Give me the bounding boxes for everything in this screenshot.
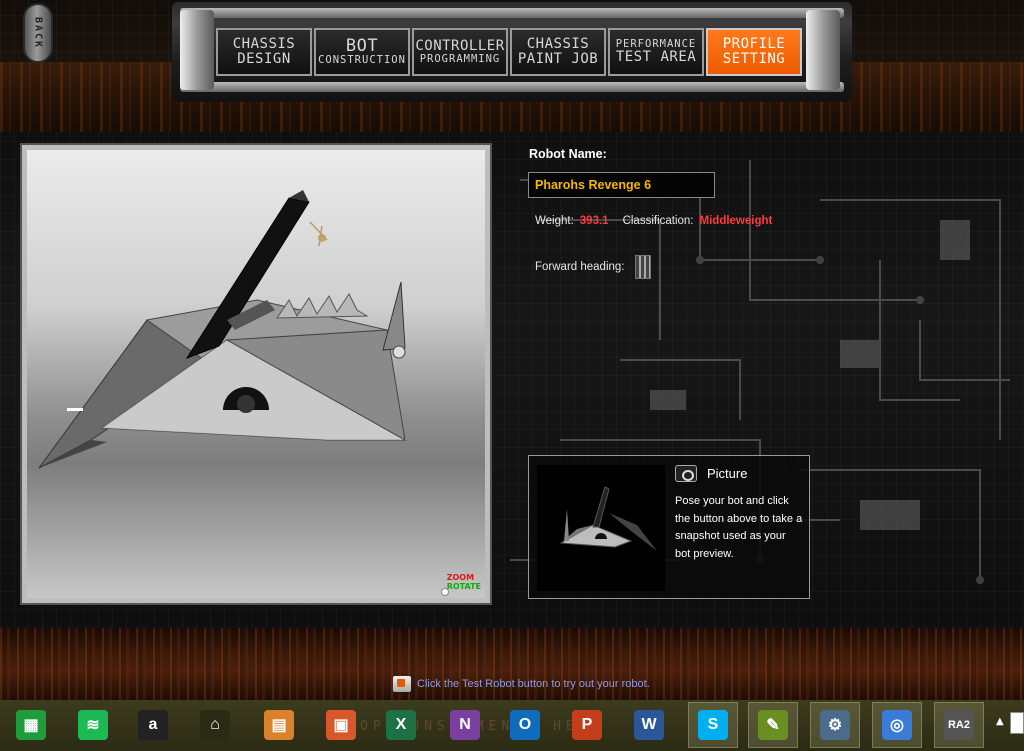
taskbar-item-powerpoint[interactable]: P [562,702,612,748]
back-button-label: BACK [32,16,44,50]
powerpoint-icon: P [572,710,602,740]
zoom-rotate-control[interactable]: ZOOM ROTATE [440,574,481,596]
tab-performance-test-area[interactable]: PERFORMANCE TEST AREA [608,28,704,76]
forward-heading: Forward heading: [535,255,651,279]
tab-label-line2: PROGRAMMING [419,52,501,65]
amazon-icon: a [138,710,168,740]
rotate-label: ROTATE [446,582,481,592]
skype-icon: S [698,710,728,740]
tab-label-line2: TEST AREA [615,49,697,66]
taskbar-item-store[interactable]: ▦ [6,702,56,748]
store-icon: ▦ [16,710,46,740]
tab-bot-construction[interactable]: BOT CONSTRUCTION [314,28,410,76]
taskbar-item-onenote[interactable]: N [440,702,490,748]
spotify-icon: ≋ [78,710,108,740]
word-icon: W [634,710,664,740]
notepad-icon: ✎ [758,710,788,740]
hint-text: Click the Test Robot button to try out y… [417,678,650,690]
tab-label-line1: CHASSIS [232,36,296,53]
forward-heading-slider[interactable] [634,255,651,279]
tab-label-line1: PROFILE [722,36,786,53]
nav-tabs: CHASSIS DESIGN BOT CONSTRUCTION CONTROLL… [216,28,802,76]
tab-label-line2: DESIGN [237,51,291,67]
robot-name-input[interactable] [528,172,715,198]
camera-icon[interactable] [675,465,697,482]
excel-icon: X [386,710,416,740]
weight-value: 393.1 [579,215,609,227]
nav-cap-right [806,10,840,90]
tab-label-line2: SETTING [722,51,786,67]
files-icon: ▤ [264,710,294,740]
nav-rail-bottom [180,82,844,92]
taskbar-item-network[interactable]: ⚙ [810,702,860,748]
bot-preview-image [537,465,665,591]
hint-bar: Click the Test Robot button to try out y… [393,676,650,692]
robot-model [38,190,407,469]
tab-controller-programming[interactable]: CONTROLLER PROGRAMMING [412,28,508,76]
tab-profile-setting[interactable]: PROFILE SETTING [706,28,802,76]
forward-heading-label: Forward heading: [535,261,625,273]
taskbar-item-word[interactable]: W [624,702,674,748]
browser-icon: ◎ [882,710,912,740]
taskbar-item-excel[interactable]: X [376,702,426,748]
classification-label: Classification: [622,215,694,227]
photos-icon: ▣ [326,710,356,740]
taskbar-item-files[interactable]: ▤ [254,702,304,748]
tab-label-line2: PAINT JOB [517,51,599,67]
tab-label-line2: CONSTRUCTION [318,54,406,67]
robot-stats: Weight: 393.1 Classification: Middleweig… [535,215,780,227]
classification-value: Middleweight [699,215,773,227]
network-icon: ⚙ [820,710,850,740]
tab-label-line1: BOT [345,35,379,56]
taskbar-item-spotify[interactable]: ≋ [68,702,118,748]
robot-3d-viewer[interactable]: ZOOM ROTATE [20,143,492,605]
weight-label: Weight: [535,215,574,227]
tab-label-line1: CHASSIS [526,36,590,53]
tray-notification-icon[interactable] [1010,712,1024,734]
test-robot-icon [393,676,411,692]
taskbar-item-home[interactable]: ⌂ [190,702,240,748]
nav-rail-top [180,8,844,18]
tab-chassis-paint-job[interactable]: CHASSIS PAINT JOB [510,28,606,76]
tray-overflow-icon[interactable]: ▲ [996,716,1004,727]
zoom-rotate-knob[interactable] [440,588,449,596]
taskbar-item-outlook[interactable]: O [500,702,550,748]
robot-name-label: Robot Name: [529,147,607,161]
taskbar-item-amazon[interactable]: a [128,702,178,748]
ra2-icon: RA2 [944,710,974,740]
taskbar-item-photos[interactable]: ▣ [316,702,366,748]
back-button[interactable]: BACK [23,3,53,63]
picture-description: Pose your bot and click the button above… [675,495,803,560]
tab-label-line1: CONTROLLER [415,38,505,55]
picture-panel: Picture Pose your bot and click the butt… [528,455,810,599]
preview-robot-model [559,486,657,551]
outlook-icon: O [510,710,540,740]
tab-chassis-design[interactable]: CHASSIS DESIGN [216,28,312,76]
nav-cap-left [180,10,214,90]
taskbar-item-ra2[interactable]: RA2 [934,702,984,748]
taskbar-item-notepad[interactable]: ✎ [748,702,798,748]
onenote-icon: N [450,710,480,740]
taskbar-item-browser[interactable]: ◎ [872,702,922,748]
taskbar-item-skype[interactable]: S [688,702,738,748]
home-icon: ⌂ [200,710,230,740]
picture-title: Picture [707,466,748,481]
